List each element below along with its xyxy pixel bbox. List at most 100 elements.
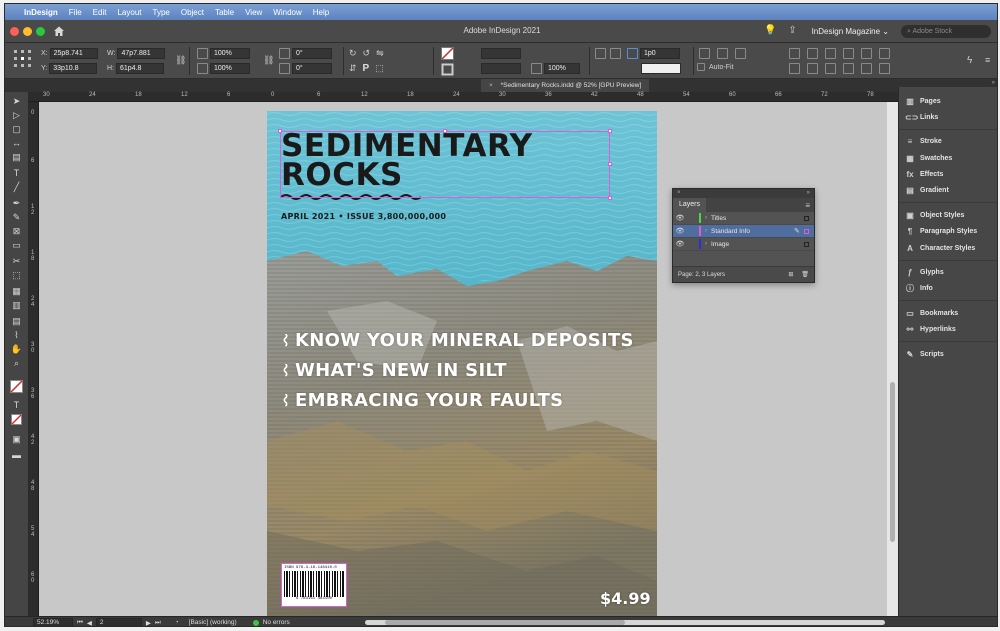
panel-hyperlinks[interactable]: ⚯ Hyperlinks <box>905 325 956 334</box>
collapse-icon[interactable]: » <box>992 80 995 86</box>
layer-row-standard-info[interactable]: 👁 › Standard Info ✎ <box>673 225 814 238</box>
panel-glyphs[interactable]: ƒ Glyphs <box>905 268 944 277</box>
panel-collapse-bar[interactable]: » <box>898 79 997 87</box>
flip-vertical-icon[interactable]: ⇵ <box>349 63 357 74</box>
distribute-top-icon[interactable] <box>843 48 854 59</box>
stroke-style-swatch[interactable] <box>641 63 681 74</box>
scale-y-field[interactable]: 100% <box>210 63 250 74</box>
rotate-angle-field[interactable]: 0° <box>292 48 332 59</box>
gradient-feather-tool-icon[interactable]: ▥ <box>10 300 23 311</box>
line-tool-icon[interactable]: ╱ <box>10 182 23 193</box>
menu-layout[interactable]: Layout <box>117 8 141 17</box>
menu-file[interactable]: File <box>69 8 82 17</box>
hand-tool-icon[interactable]: ✋ <box>10 344 23 355</box>
first-page-icon[interactable]: ⏮ <box>77 619 83 627</box>
scale-x-field[interactable]: 100% <box>210 48 250 59</box>
menu-window[interactable]: Window <box>273 8 301 17</box>
flip-horizontal-icon[interactable]: ⇋ <box>376 48 384 59</box>
selection-handle[interactable] <box>608 196 612 200</box>
close-panel-icon[interactable]: × <box>677 189 681 198</box>
delete-layer-icon[interactable]: 🗑 <box>801 271 809 278</box>
menu-help[interactable]: Help <box>313 8 329 17</box>
share-icon[interactable]: ⇪ <box>786 24 800 38</box>
screen-mode-icon[interactable]: ▣ <box>10 434 23 445</box>
panel-character-styles[interactable]: A Character Styles <box>905 244 975 253</box>
pasteboard[interactable]: SEDIMENTARY ROCKS APRIL 2021 • ISSUE 3,8… <box>39 102 887 616</box>
align-left-edges-icon[interactable] <box>699 48 710 59</box>
height-field[interactable]: 61p4.8 <box>116 63 164 74</box>
visibility-eye-icon[interactable]: 👁 <box>673 227 687 235</box>
horizontal-scrollbar[interactable] <box>365 620 885 625</box>
preview-mode-icon[interactable]: ▬ <box>10 450 23 461</box>
headline-1[interactable]: KNOW YOUR MINERAL DEPOSITS <box>283 330 634 351</box>
layer-target-square[interactable] <box>804 228 809 234</box>
rotate-ccw-icon[interactable]: ↺ <box>363 48 371 59</box>
pencil-tool-icon[interactable]: ✎ <box>10 212 23 223</box>
gradient-swatch-tool-icon[interactable]: ▦ <box>10 286 23 297</box>
new-layer-icon[interactable]: ⊞ <box>788 271 793 278</box>
page-tool-icon[interactable]: ▢ <box>10 124 23 135</box>
panel-bookmarks[interactable]: ▭ Bookmarks <box>905 309 958 318</box>
distribute-right-icon[interactable] <box>825 63 836 74</box>
last-page-icon[interactable]: ⏭ <box>155 619 161 627</box>
zoom-level-field[interactable]: 52.19% <box>33 618 73 626</box>
align-stroke-inside-icon[interactable] <box>610 48 621 59</box>
constrain-proportions-icon[interactable]: ⛓ <box>175 55 186 66</box>
panel-scripts[interactable]: ✎ Scripts <box>905 350 944 359</box>
panel-pages[interactable]: ▥ Pages <box>905 97 940 106</box>
selection-handle[interactable] <box>608 162 612 166</box>
barcode[interactable]: ISBN 978-3-16-148410-0 9 783161 484100 <box>281 563 347 607</box>
x-position-field[interactable]: 25p8.741 <box>49 48 98 59</box>
base-style-label[interactable]: [Basic] (working) <box>189 619 237 626</box>
width-field[interactable]: 47p7.881 <box>117 48 166 59</box>
gap-tool-icon[interactable]: ↔ <box>10 138 23 149</box>
formatting-affects-text-icon[interactable]: T <box>10 400 23 411</box>
cover-price[interactable]: $4.99 <box>600 589 651 608</box>
layers-panel[interactable]: × » Layers ≡ 👁 › Titles 👁 › Standard Inf… <box>672 188 815 283</box>
style-override-icon[interactable]: ◔ <box>175 619 179 626</box>
select-container-icon[interactable]: ⬚ <box>375 63 384 74</box>
scissors-tool-icon[interactable]: ✂ <box>10 256 23 267</box>
layer-target-square[interactable] <box>804 241 809 247</box>
note-tool-icon[interactable]: ▤ <box>10 316 23 327</box>
menu-view[interactable]: View <box>245 8 262 17</box>
layer-target-square[interactable] <box>804 215 809 221</box>
selection-handle[interactable] <box>278 129 282 133</box>
y-position-field[interactable]: 33p10.8 <box>49 63 98 74</box>
lightbulb-icon[interactable]: 💡 <box>764 24 778 38</box>
layers-panel-titlebar[interactable]: × » <box>673 189 814 198</box>
distribute-left-icon[interactable] <box>789 63 800 74</box>
align-to-selection-icon[interactable] <box>861 63 872 74</box>
free-transform-tool-icon[interactable]: ⬚ <box>10 270 23 281</box>
constrain-scale-icon[interactable]: ⛓ <box>263 55 274 66</box>
panel-swatches[interactable]: ▦ Swatches <box>905 154 952 163</box>
distribute-bottom-icon[interactable] <box>879 48 890 59</box>
apply-none-icon[interactable] <box>10 414 23 425</box>
align-top-edges-icon[interactable] <box>789 48 800 59</box>
preflight-status[interactable]: No errors <box>263 619 290 626</box>
headline-3[interactable]: EMBRACING YOUR FAULTS <box>283 390 563 411</box>
previous-page-icon[interactable]: ◀ <box>87 619 92 627</box>
distribute-space-icon[interactable] <box>843 63 854 74</box>
pen-tool-icon[interactable]: ✒ <box>10 198 23 209</box>
selection-frame[interactable] <box>280 131 610 198</box>
stroke-weight-dropdown[interactable] <box>481 48 521 59</box>
rectangle-tool-icon[interactable]: ▭ <box>10 240 23 251</box>
eyedropper-tool-icon[interactable]: ⌇ <box>10 330 23 341</box>
auto-fit-checkbox[interactable] <box>697 63 705 71</box>
align-to-page-icon[interactable] <box>879 63 890 74</box>
selection-handle[interactable] <box>608 129 612 133</box>
menu-edit[interactable]: Edit <box>93 8 107 17</box>
rotate-cw-icon[interactable]: ↻ <box>349 48 357 59</box>
close-tab-icon[interactable]: × <box>489 82 493 89</box>
selection-handle[interactable] <box>443 129 447 133</box>
panel-paragraph-styles[interactable]: ¶ Paragraph Styles <box>905 227 977 236</box>
document-tab[interactable]: × *Sedimentary Rocks.indd @ 52% [GPU Pre… <box>481 79 650 92</box>
distribute-hcenter-icon[interactable] <box>807 63 818 74</box>
type-tool-icon[interactable]: T <box>10 168 23 179</box>
selection-tool-icon[interactable]: ➤ <box>10 96 23 107</box>
next-page-icon[interactable]: ▶ <box>146 619 151 627</box>
menu-app-name[interactable]: InDesign <box>24 8 58 17</box>
quick-actions-icon[interactable]: ϟ <box>967 55 972 66</box>
vertical-scrollbar[interactable] <box>887 102 898 616</box>
